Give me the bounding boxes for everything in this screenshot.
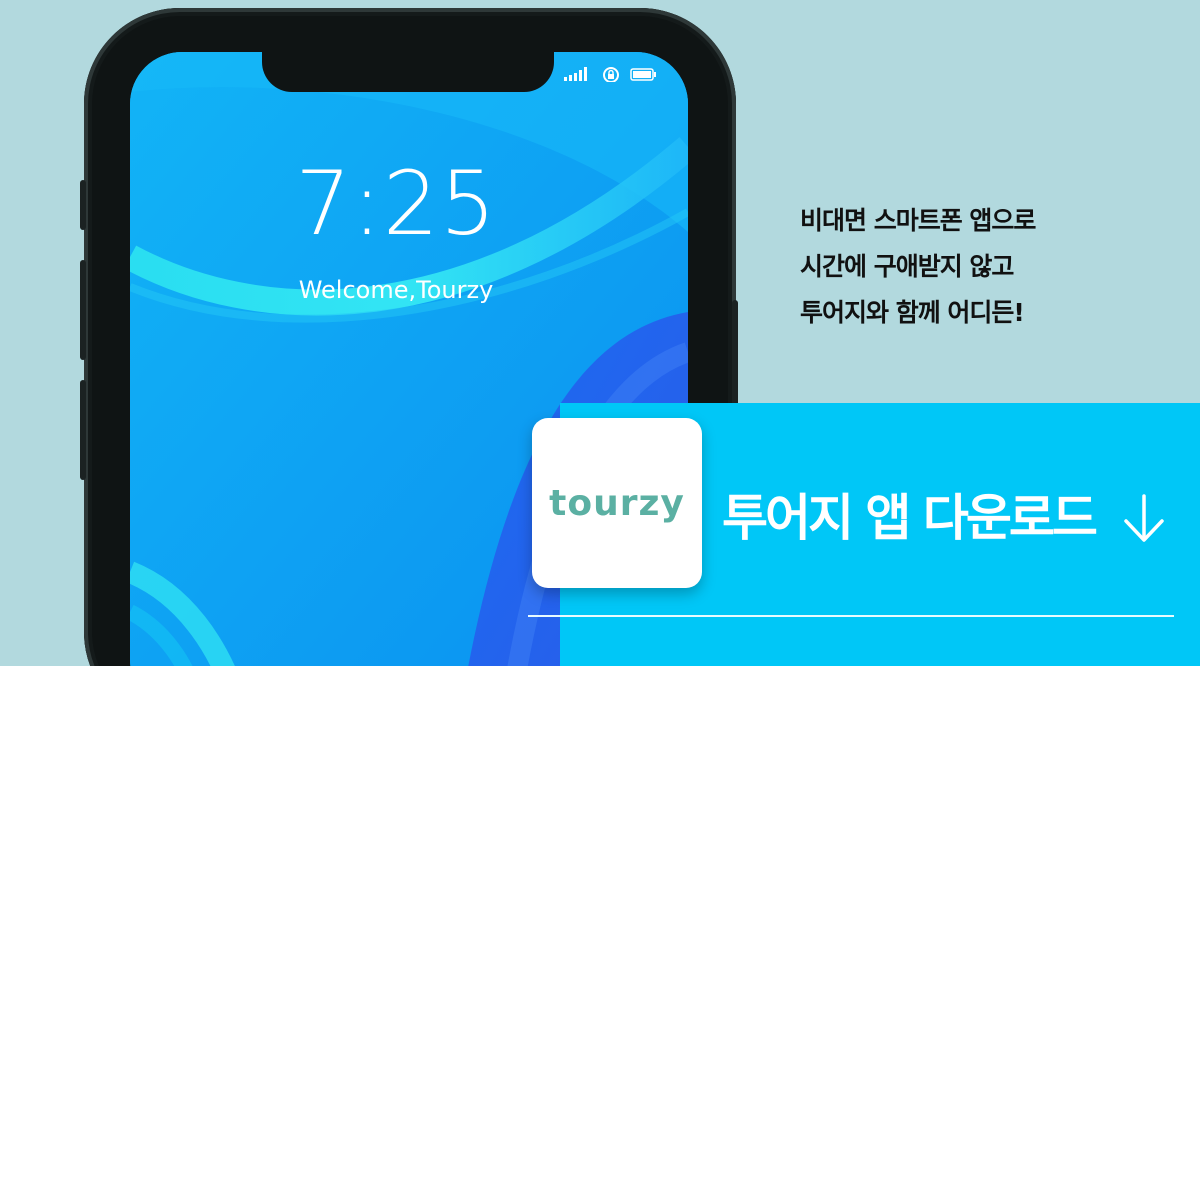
promo-banner: 7:25 Welcome,Tourzy 비대면 스마트폰 앱으로 시간에 구애받… bbox=[0, 0, 1200, 666]
signal-icon bbox=[564, 67, 587, 81]
tagline-line-2: 시간에 구애받지 않고 bbox=[800, 252, 1014, 281]
tourzy-app-icon[interactable]: tourzy bbox=[532, 418, 702, 588]
tagline: 비대면 스마트폰 앱으로 시간에 구애받지 않고 투어지와 함께 어디든! bbox=[800, 198, 1160, 336]
phone-volume-down bbox=[80, 380, 86, 480]
rotation-lock-icon bbox=[603, 67, 619, 82]
phone-mute-switch bbox=[80, 180, 86, 230]
phone-power-button bbox=[732, 300, 738, 420]
arrow-down-icon[interactable] bbox=[1122, 494, 1166, 544]
battery-icon bbox=[630, 68, 656, 81]
tagline-line-3: 투어지와 함께 어디든! bbox=[800, 298, 1025, 327]
phone-notch bbox=[262, 52, 554, 92]
app-download-button[interactable]: 투어지 앱 다운로드 bbox=[722, 478, 1098, 550]
welcome-text: Welcome,Tourzy bbox=[298, 276, 494, 304]
lock-screen-clock: 7:25 bbox=[295, 152, 497, 255]
phone-volume-up bbox=[80, 260, 86, 360]
tagline-line-1: 비대면 스마트폰 앱으로 bbox=[800, 206, 1036, 235]
cta-divider bbox=[528, 615, 1174, 617]
tourzy-logo: tourzy bbox=[549, 482, 685, 524]
